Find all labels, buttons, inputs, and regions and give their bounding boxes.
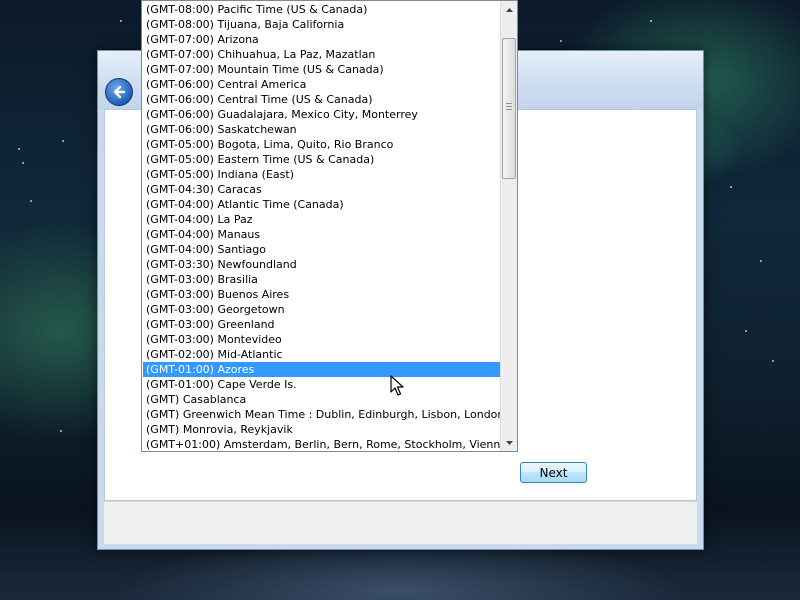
wizard-footer <box>104 501 697 544</box>
timezone-option[interactable]: (GMT-01:00) Cape Verde Is. <box>143 377 501 392</box>
timezone-option[interactable]: (GMT-03:00) Montevideo <box>143 332 501 347</box>
timezone-option[interactable]: (GMT-03:30) Newfoundland <box>143 257 501 272</box>
vertical-scrollbar[interactable] <box>500 1 517 451</box>
mouse-pointer-icon <box>390 375 404 396</box>
timezone-option[interactable]: (GMT-04:00) La Paz <box>143 212 501 227</box>
timezone-option[interactable]: (GMT) Casablanca <box>143 392 501 407</box>
thumb-grip-icon <box>506 103 512 110</box>
timezone-option[interactable]: (GMT) Monrovia, Reykjavik <box>143 422 501 437</box>
timezone-option[interactable]: (GMT-03:00) Greenland <box>143 317 501 332</box>
back-arrow-icon <box>113 85 126 99</box>
scroll-up-arrow-icon <box>505 7 513 12</box>
timezone-option[interactable]: (GMT-06:00) Central America <box>143 77 501 92</box>
timezone-option[interactable]: (GMT-08:00) Tijuana, Baja California <box>143 17 501 32</box>
timezone-option[interactable]: (GMT) Greenwich Mean Time : Dublin, Edin… <box>143 407 501 422</box>
timezone-option[interactable]: (GMT-03:00) Georgetown <box>143 302 501 317</box>
next-button[interactable]: Next <box>520 462 587 483</box>
timezone-option[interactable]: (GMT-05:00) Eastern Time (US & Canada) <box>143 152 501 167</box>
timezone-option[interactable]: (GMT-04:00) Atlantic Time (Canada) <box>143 197 501 212</box>
back-button[interactable] <box>105 78 133 106</box>
timezone-option[interactable]: (GMT-04:00) Manaus <box>143 227 501 242</box>
timezone-option[interactable]: (GMT+01:00) Amsterdam, Berlin, Bern, Rom… <box>143 437 501 451</box>
timezone-option[interactable]: (GMT-06:00) Guadalajara, Mexico City, Mo… <box>143 107 501 122</box>
scroll-up-button[interactable] <box>501 1 517 18</box>
scroll-down-button[interactable] <box>501 434 517 451</box>
timezone-option[interactable]: (GMT-04:30) Caracas <box>143 182 501 197</box>
timezone-option[interactable]: (GMT-07:00) Chihuahua, La Paz, Mazatlan <box>143 47 501 62</box>
timezone-option[interactable]: (GMT-03:00) Buenos Aires <box>143 287 501 302</box>
timezone-option[interactable]: (GMT-05:00) Indiana (East) <box>143 167 501 182</box>
timezone-option[interactable]: (GMT-06:00) Central Time (US & Canada) <box>143 92 501 107</box>
timezone-option[interactable]: (GMT-08:00) Pacific Time (US & Canada) <box>143 2 501 17</box>
timezone-option[interactable]: (GMT-06:00) Saskatchewan <box>143 122 501 137</box>
timezone-option[interactable]: (GMT-02:00) Mid-Atlantic <box>143 347 501 362</box>
timezone-items: (GMT-08:00) Pacific Time (US & Canada) (… <box>143 2 501 451</box>
timezone-option[interactable]: (GMT-07:00) Mountain Time (US & Canada) <box>143 62 501 77</box>
scroll-down-arrow-icon <box>505 440 513 445</box>
timezone-option[interactable]: (GMT-03:00) Brasilia <box>143 272 501 287</box>
timezone-option[interactable]: (GMT-05:00) Bogota, Lima, Quito, Rio Bra… <box>143 137 501 152</box>
timezone-option[interactable]: (GMT-04:00) Santiago <box>143 242 501 257</box>
scroll-thumb[interactable] <box>502 38 516 179</box>
timezone-option[interactable]: (GMT-07:00) Arizona <box>143 32 501 47</box>
timezone-option-selected[interactable]: (GMT-01:00) Azores <box>143 362 501 377</box>
timezone-dropdown-list[interactable]: (GMT-08:00) Pacific Time (US & Canada) (… <box>141 0 518 452</box>
